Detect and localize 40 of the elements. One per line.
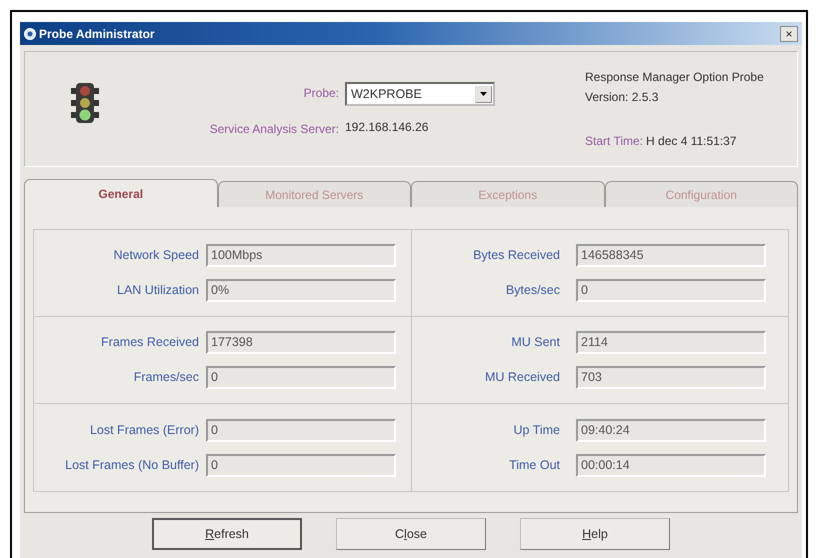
product-name: Response Manager Option Probe <box>585 69 764 86</box>
field-label: Network Speed <box>112 247 199 264</box>
field-label: MU Sent <box>510 334 560 352</box>
readout-field: 2114 <box>576 331 766 354</box>
readout-field: 00:00:14 <box>576 454 766 476</box>
dialog-button[interactable]: Refresh <box>152 518 302 550</box>
field-label: Up Time <box>512 422 560 439</box>
field-label: MU Received <box>484 369 560 386</box>
field-label: Time Out <box>508 456 560 474</box>
field-label: LAN Utilization <box>116 282 199 300</box>
server-label: Service Analysis Server: <box>210 121 339 138</box>
readout-field: 177398 <box>206 331 396 354</box>
probe-label: Probe: <box>304 85 339 102</box>
app-icon <box>24 28 36 40</box>
readout-field: 100Mbps <box>206 244 396 267</box>
field-label: Lost Frames (No Buffer) <box>64 456 199 474</box>
readout-field: 09:40:24 <box>576 418 766 442</box>
field-label: Bytes/sec <box>504 282 560 300</box>
start-time-label: Start Time: <box>585 133 644 150</box>
dialog-button[interactable]: Help <box>520 518 670 550</box>
close-button[interactable]: × <box>780 26 798 42</box>
probe-dropdown[interactable]: W2KPROBE <box>345 82 495 106</box>
caret-icon <box>480 92 487 96</box>
field-label: Bytes Received <box>472 247 560 264</box>
readout-field: 703 <box>576 366 766 389</box>
version-text: Version: 2.5.3 <box>585 89 660 106</box>
start-time-value: H dec 4 11:51:37 <box>646 133 737 150</box>
readout-field: 0 <box>206 366 396 389</box>
readout-field: 0 <box>206 454 396 476</box>
dialog-button[interactable]: Close <box>336 518 486 550</box>
readout-field: 0% <box>206 279 396 302</box>
field-label: Frames Received <box>100 334 199 352</box>
field-label: Lost Frames (Error) <box>88 422 199 439</box>
tab[interactable]: General <box>24 179 218 207</box>
readout-field: 146588345 <box>576 244 766 267</box>
readout-field: 0 <box>206 418 396 442</box>
window-title: Probe Administrator <box>39 26 155 42</box>
server-address: 192.168.146.26 <box>345 119 430 136</box>
readout-field: 0 <box>576 279 766 302</box>
field-label: Frames/sec <box>132 369 199 386</box>
